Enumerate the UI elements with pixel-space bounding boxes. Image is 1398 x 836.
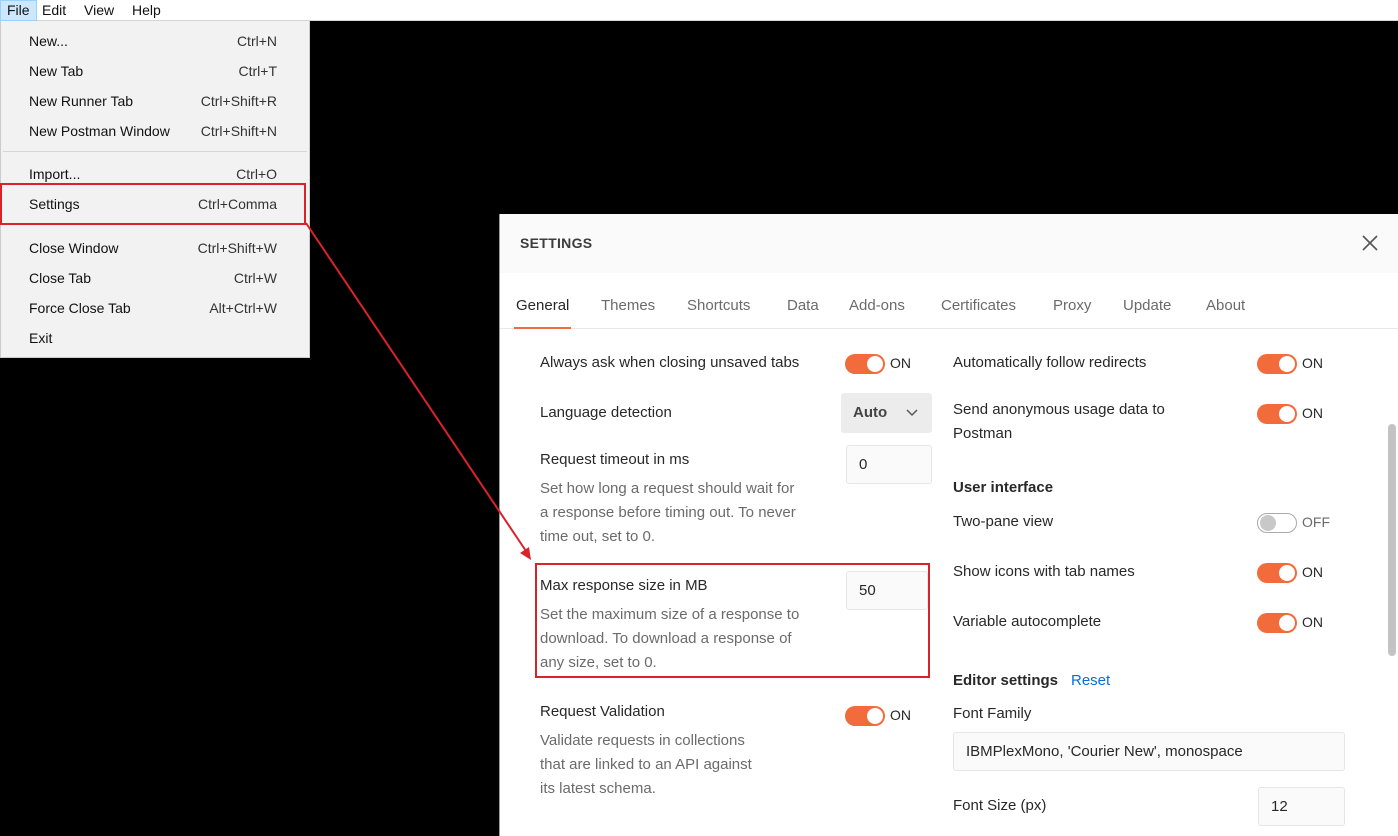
annotation-arrow [305,222,531,560]
